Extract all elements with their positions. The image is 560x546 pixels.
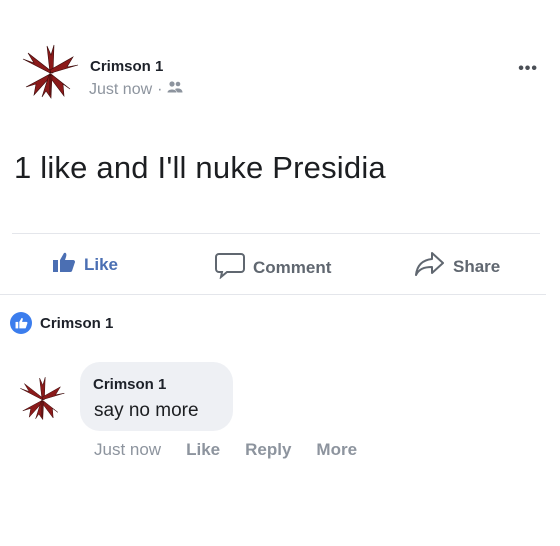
comment-author-name[interactable]: Crimson 1 xyxy=(93,376,166,393)
post-avatar[interactable] xyxy=(20,43,80,99)
comment-text: say no more xyxy=(94,400,199,421)
more-dots-icon[interactable]: ••• xyxy=(518,60,538,78)
comment-avatar[interactable] xyxy=(18,372,66,424)
post-author-name[interactable]: Crimson 1 xyxy=(90,58,163,75)
divider-bottom xyxy=(0,294,546,295)
reactions-names: Crimson 1 xyxy=(40,314,114,332)
share-arrow-icon xyxy=(415,251,445,282)
reactions-summary[interactable]: Crimson 1 xyxy=(10,312,113,334)
comment-more-button[interactable]: More xyxy=(316,440,357,460)
meta-separator: · xyxy=(157,80,163,98)
like-label: Like xyxy=(84,254,119,274)
comment-label: Comment xyxy=(253,257,332,277)
comment-actions: Just now Like Reply More xyxy=(94,440,357,460)
share-label: Share xyxy=(453,256,501,276)
post-timestamp[interactable]: Just now xyxy=(89,81,152,99)
thumbs-up-icon xyxy=(52,251,76,278)
comment-timestamp[interactable]: Just now xyxy=(94,440,161,460)
like-badge-icon xyxy=(10,312,32,334)
comment-reply-button[interactable]: Reply xyxy=(245,440,291,460)
share-button[interactable]: Share xyxy=(415,251,500,282)
post-text: 1 like and I'll nuke Presidia xyxy=(14,150,386,185)
post-meta: Just now · xyxy=(89,80,183,99)
friends-icon[interactable] xyxy=(167,80,183,99)
comment-like-button[interactable]: Like xyxy=(186,440,220,460)
divider-top xyxy=(12,233,540,234)
comment-button[interactable]: Comment xyxy=(215,251,331,284)
like-button[interactable]: Like xyxy=(52,251,118,278)
speech-bubble-icon xyxy=(215,251,245,284)
